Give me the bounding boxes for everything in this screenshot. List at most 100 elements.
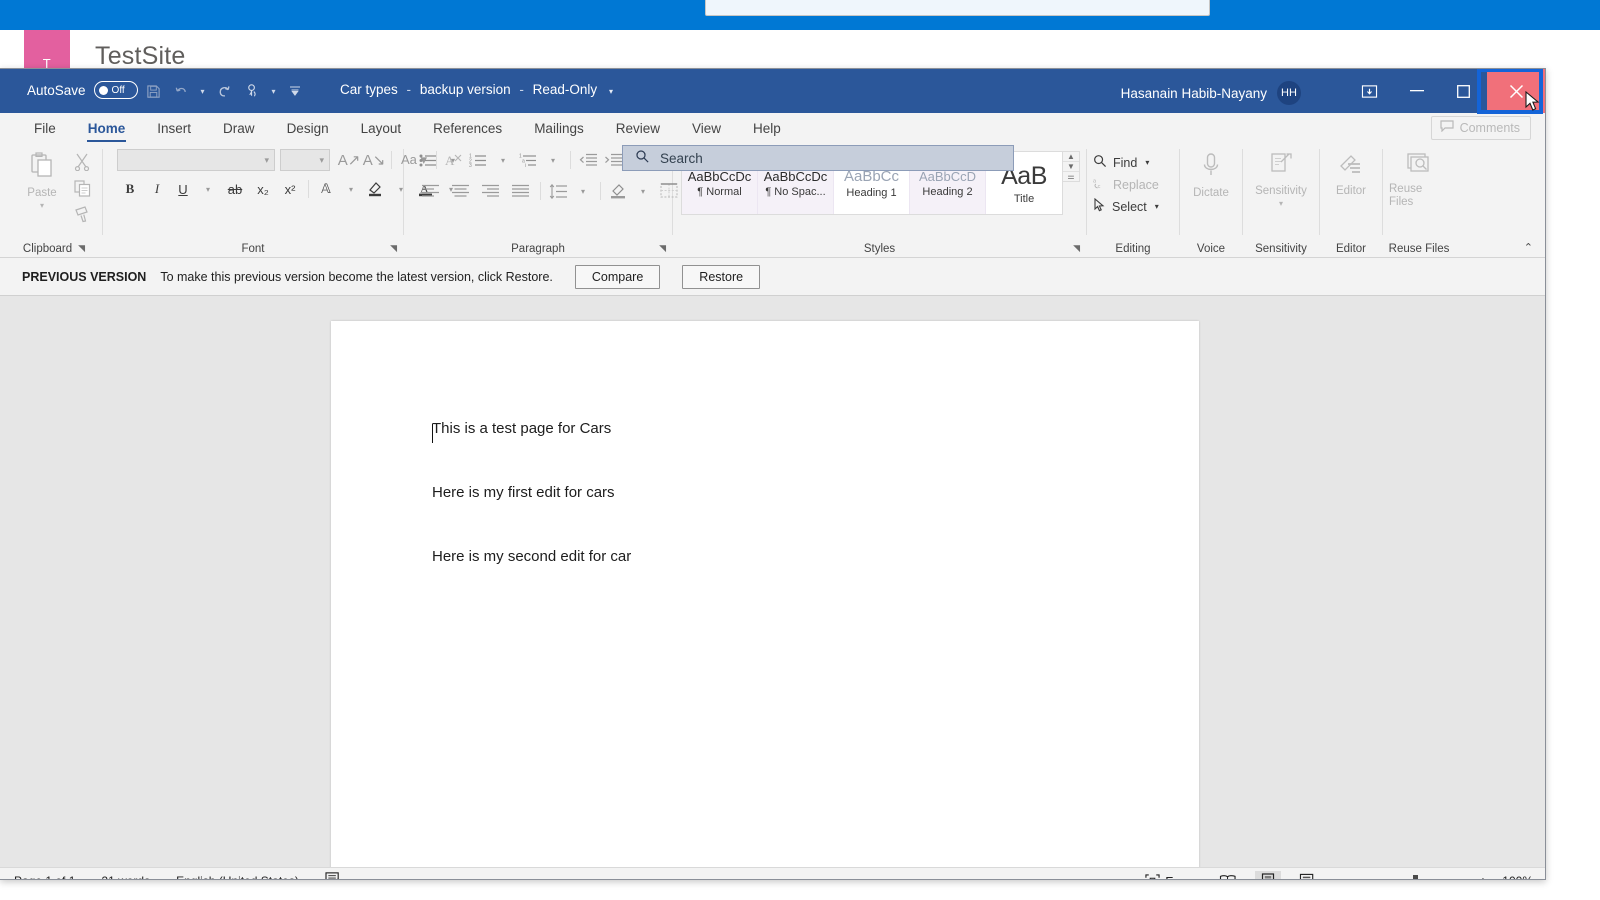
sensitivity-button[interactable]: Sensitivity ▾: [1246, 148, 1316, 208]
restore-button[interactable]: Restore: [682, 265, 760, 289]
replace-button[interactable]: ac Replace: [1087, 175, 1165, 194]
read-mode-icon[interactable]: [1215, 871, 1241, 881]
tab-mailings[interactable]: Mailings: [518, 121, 600, 143]
zoom-level[interactable]: 100%: [1495, 874, 1533, 880]
shrink-font-icon[interactable]: A↘: [362, 148, 386, 172]
numbering-icon[interactable]: 123: [466, 148, 490, 172]
language[interactable]: English (United States): [176, 874, 299, 880]
tab-layout[interactable]: Layout: [345, 121, 418, 143]
sensitivity-chevron-down-icon[interactable]: ▾: [1279, 199, 1283, 208]
line-spacing-icon[interactable]: [546, 179, 570, 203]
tab-design[interactable]: Design: [271, 121, 345, 143]
account-area[interactable]: Hasanain Habib-Nayany HH: [1121, 81, 1301, 105]
bullets-icon[interactable]: [416, 148, 440, 172]
editor-button[interactable]: Editor: [1325, 148, 1377, 197]
dictate-button[interactable]: Dictate: [1185, 148, 1237, 199]
cut-icon[interactable]: [70, 150, 94, 174]
customize-qat-icon[interactable]: [282, 79, 308, 103]
word-count[interactable]: 21 words: [101, 874, 150, 880]
ribbon-group-reuse-files: Reuse Files Reuse Files: [1383, 143, 1455, 257]
italic-button[interactable]: I: [144, 177, 170, 201]
zoom-out-button[interactable]: −: [1335, 873, 1343, 880]
superscript-button[interactable]: x²: [277, 177, 303, 201]
justify-icon[interactable]: [506, 179, 535, 203]
multilevel-list-icon[interactable]: 1ai: [516, 148, 540, 172]
reuse-files-button[interactable]: Reuse Files: [1389, 148, 1449, 209]
page-info[interactable]: Page 1 of 1: [14, 874, 75, 880]
font-size-combo[interactable]: ▾: [280, 149, 330, 171]
text-effects-chevron-down-icon[interactable]: ▾: [339, 177, 363, 201]
document-title-bar[interactable]: Car types - backup version - Read-Only ▾: [340, 82, 613, 97]
autosave-control[interactable]: AutoSave Off: [27, 81, 138, 99]
minimize-icon[interactable]: [1393, 69, 1440, 113]
tab-draw[interactable]: Draw: [207, 121, 271, 143]
subscript-button[interactable]: x₂: [250, 177, 276, 201]
multilevel-chevron-down-icon[interactable]: ▾: [541, 148, 565, 172]
text-effects-icon[interactable]: 𝔸: [314, 177, 338, 201]
bold-button[interactable]: B: [117, 177, 143, 201]
underline-button[interactable]: U: [171, 177, 195, 201]
tab-insert[interactable]: Insert: [141, 121, 207, 143]
ribbon-display-options-icon[interactable]: [1346, 69, 1393, 113]
comments-button[interactable]: Comments: [1431, 116, 1531, 140]
redo-icon[interactable]: [211, 79, 237, 103]
align-center-icon[interactable]: [446, 179, 475, 203]
styles-scroll-up-icon[interactable]: ▲: [1063, 152, 1079, 162]
tab-help[interactable]: Help: [737, 121, 797, 143]
paragraph-dialog-launcher-icon[interactable]: ◥: [659, 243, 666, 254]
line-spacing-chevron-down-icon[interactable]: ▾: [571, 179, 595, 203]
select-chevron-down-icon[interactable]: ▾: [1155, 202, 1159, 211]
tab-references[interactable]: References: [417, 121, 518, 143]
copy-icon[interactable]: [70, 176, 94, 200]
title-chevron-down-icon[interactable]: ▾: [609, 87, 613, 96]
paste-button[interactable]: Paste ▾: [16, 148, 68, 210]
print-layout-icon[interactable]: [1255, 871, 1281, 881]
shading-chevron-down-icon[interactable]: ▾: [631, 179, 655, 203]
touch-mode-chevron-down-icon[interactable]: ▾: [267, 87, 280, 96]
tab-home[interactable]: Home: [72, 121, 142, 143]
grow-font-icon[interactable]: A↗: [337, 148, 361, 172]
find-chevron-down-icon[interactable]: ▾: [1145, 158, 1149, 167]
focus-button[interactable]: Focus: [1145, 874, 1200, 881]
strikethrough-button[interactable]: ab: [221, 177, 249, 201]
font-name-combo[interactable]: ▾: [117, 149, 275, 171]
tab-review[interactable]: Review: [600, 121, 676, 143]
bullets-chevron-down-icon[interactable]: ▾: [441, 148, 465, 172]
format-painter-icon[interactable]: [70, 202, 94, 226]
collapse-ribbon-icon[interactable]: ⌃: [1524, 241, 1533, 254]
search-input[interactable]: Search: [622, 145, 1014, 171]
tab-file[interactable]: File: [18, 121, 72, 143]
clipboard-dialog-launcher-icon[interactable]: ◥: [78, 243, 85, 254]
align-left-icon[interactable]: [416, 179, 445, 203]
align-right-icon[interactable]: [476, 179, 505, 203]
avatar[interactable]: HH: [1277, 81, 1301, 105]
font-dialog-launcher-icon[interactable]: ◥: [390, 243, 397, 254]
undo-icon[interactable]: [168, 79, 194, 103]
find-button[interactable]: Find ▾: [1087, 153, 1165, 172]
autosave-toggle[interactable]: Off: [94, 81, 138, 99]
touch-mode-icon[interactable]: [239, 79, 265, 103]
zoom-control[interactable]: − + 100%: [1335, 873, 1533, 880]
shading-icon[interactable]: [606, 179, 630, 203]
styles-scroll-down-icon[interactable]: ▼: [1063, 162, 1079, 172]
paste-chevron-down-icon[interactable]: ▾: [40, 201, 44, 210]
underline-chevron-down-icon[interactable]: ▾: [196, 177, 220, 201]
document-page[interactable]: This is a test page for Cars Here is my …: [331, 321, 1199, 867]
text-highlight-icon[interactable]: [364, 177, 388, 201]
select-button[interactable]: Select ▾: [1087, 197, 1165, 216]
decrease-indent-icon[interactable]: [576, 148, 600, 172]
save-icon[interactable]: [140, 79, 166, 103]
compare-button[interactable]: Compare: [575, 265, 660, 289]
zoom-slider-thumb[interactable]: [1413, 875, 1418, 881]
web-layout-icon[interactable]: [1295, 871, 1321, 881]
tab-view[interactable]: View: [676, 121, 737, 143]
zoom-in-button[interactable]: +: [1479, 873, 1487, 880]
proofing-icon[interactable]: [325, 871, 342, 880]
styles-more-icon[interactable]: ⚌: [1063, 172, 1079, 181]
styles-dialog-launcher-icon[interactable]: ◥: [1073, 243, 1080, 254]
maximize-icon[interactable]: [1440, 69, 1487, 113]
undo-chevron-down-icon[interactable]: ▾: [196, 87, 209, 96]
numbering-chevron-down-icon[interactable]: ▾: [491, 148, 515, 172]
sharepoint-search-box[interactable]: [705, 0, 1210, 16]
document-canvas[interactable]: This is a test page for Cars Here is my …: [0, 296, 1545, 867]
